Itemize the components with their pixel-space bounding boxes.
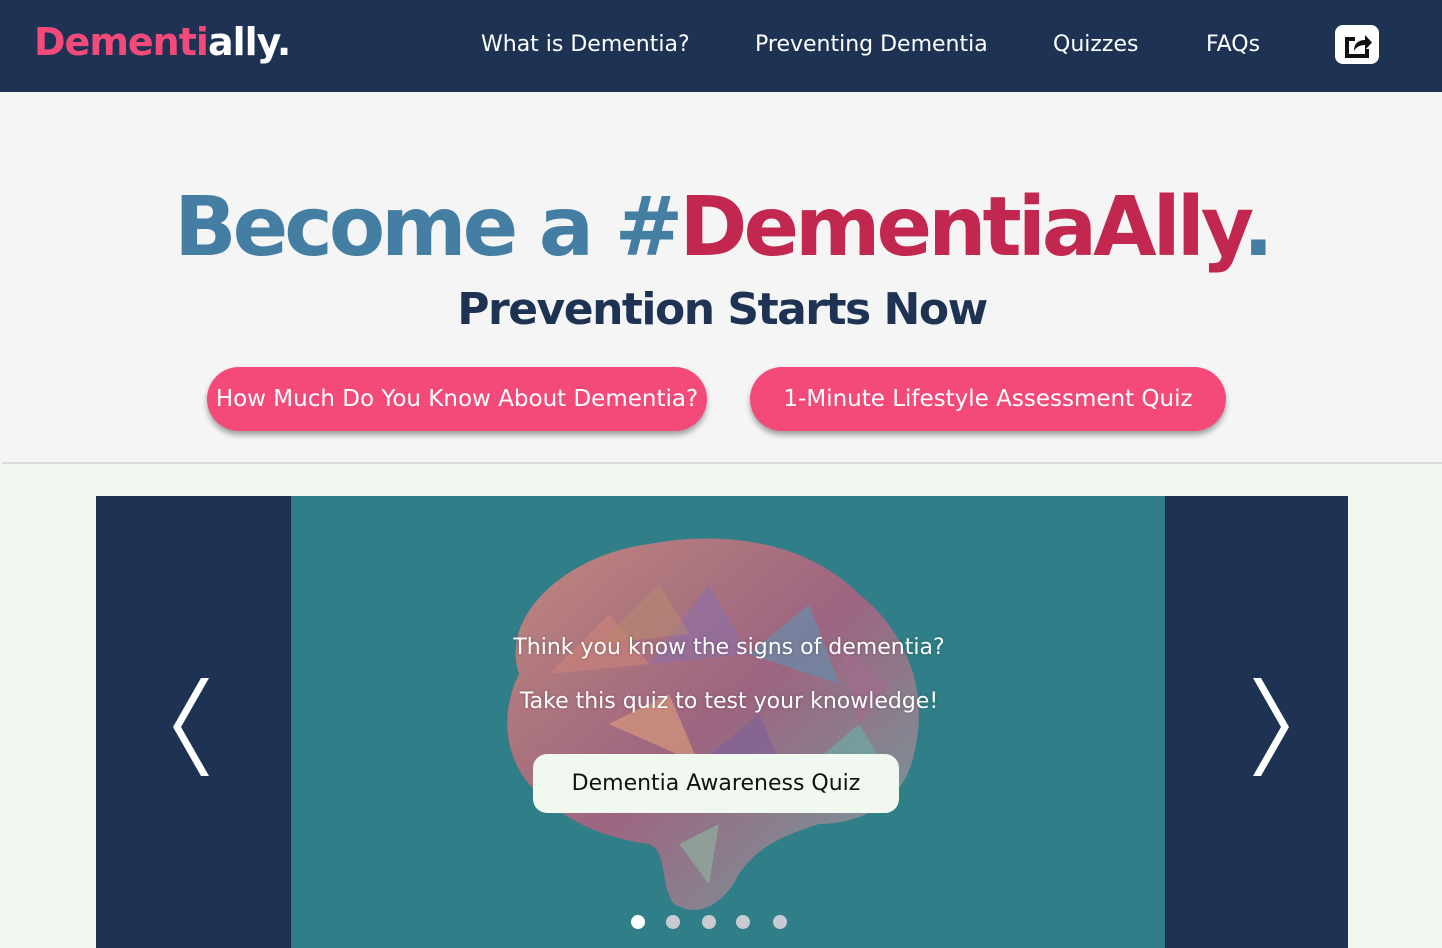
carousel-dot-5[interactable]: [773, 915, 787, 929]
carousel-dot-2[interactable]: [666, 915, 680, 929]
site-logo[interactable]: Dementially.: [34, 20, 291, 64]
carousel-dot-1[interactable]: [631, 915, 645, 929]
carousel-dots: [291, 915, 1165, 931]
carousel-slide: Think you know the signs of dementia? Ta…: [290, 496, 1166, 948]
brain-illustration: [507, 538, 919, 910]
hero-title-part-3: .: [1242, 180, 1274, 275]
nav-link-what-is-dementia[interactable]: What is Dementia?: [481, 32, 690, 57]
nav-link-quizzes[interactable]: Quizzes: [1053, 32, 1138, 57]
chevron-left-icon[interactable]: [161, 674, 221, 780]
nav-link-faqs[interactable]: FAQs: [1206, 32, 1260, 57]
dementia-awareness-quiz-button[interactable]: Dementia Awareness Quiz: [533, 754, 899, 813]
hero-title: Become a #DementiaAlly.: [2, 180, 1442, 275]
hero-subtitle: Prevention Starts Now: [457, 284, 988, 335]
hero-title-part-2: DementiaAlly: [679, 180, 1246, 275]
nav-link-preventing-dementia[interactable]: Preventing Dementia: [755, 32, 988, 57]
logo-part-1: Dementi: [34, 20, 209, 64]
hero-section: Become a #DementiaAlly. Prevention Start…: [2, 92, 1442, 464]
carousel-dot-4[interactable]: [736, 915, 750, 929]
hero-title-part-1: Become a #: [174, 180, 683, 275]
dementia-knowledge-button[interactable]: How Much Do You Know About Dementia?: [207, 367, 707, 431]
logo-part-2: ally.: [207, 20, 291, 64]
chevron-right-icon[interactable]: [1241, 674, 1301, 780]
slide-line-2: Take this quiz to test your knowledge!: [519, 689, 939, 714]
share-button[interactable]: [1335, 25, 1379, 64]
quiz-carousel: Think you know the signs of dementia? Ta…: [96, 496, 1348, 948]
lifestyle-quiz-button[interactable]: 1-Minute Lifestyle Assessment Quiz: [750, 367, 1226, 431]
top-nav: Dementially. What is Dementia? Preventin…: [0, 0, 1442, 92]
share-icon: [1345, 34, 1372, 58]
carousel-dot-3[interactable]: [702, 915, 716, 929]
slide-line-1: Think you know the signs of dementia?: [513, 635, 945, 660]
